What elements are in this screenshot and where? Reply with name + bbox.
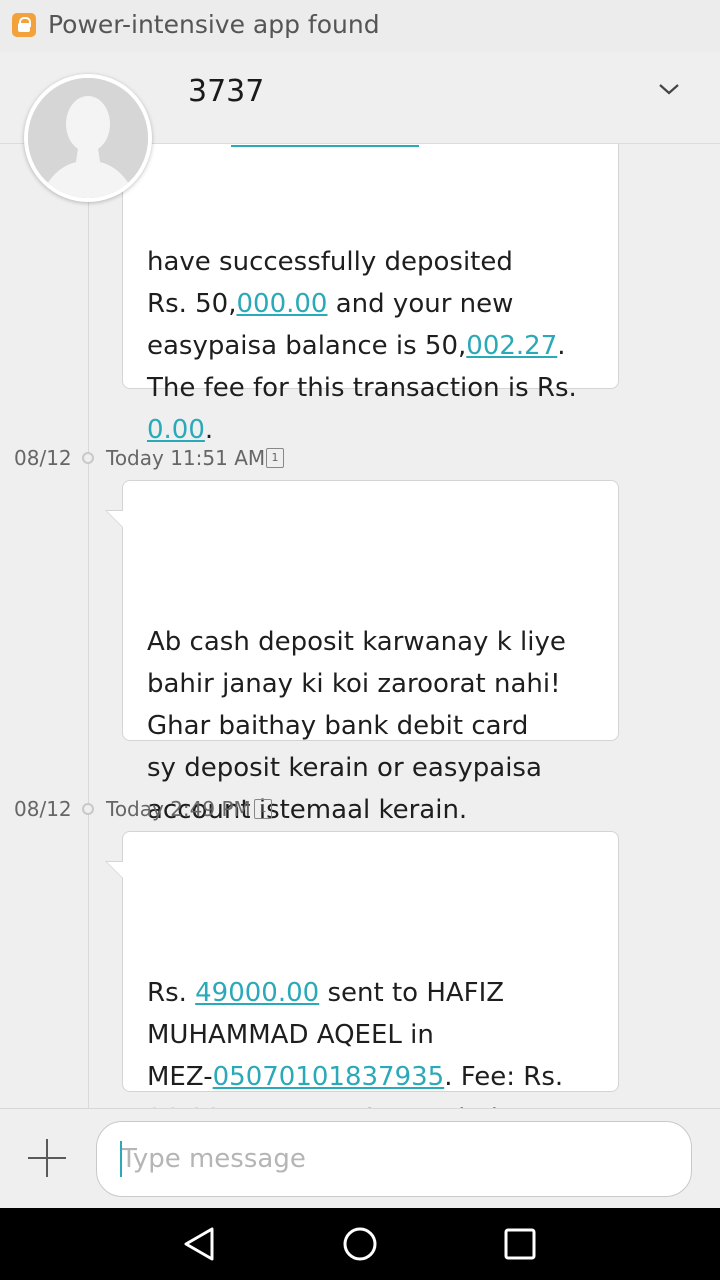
composer-bar — [0, 1108, 720, 1208]
message-link[interactable]: 49000.00 — [195, 978, 319, 1008]
message-text-segment: . — [204, 415, 214, 445]
message-date: 08/12 — [14, 446, 72, 470]
contact-name[interactable]: 3737 — [188, 74, 264, 109]
message-time: Today 11:51 AM — [106, 446, 266, 470]
message-bubble[interactable]: Rs. 49000.00 sent to HAFIZ MUHAMMAD AQEE… — [105, 831, 619, 1108]
message-date: 08/12 — [14, 797, 72, 821]
timeline-dot — [82, 452, 94, 464]
timeline-line — [88, 144, 89, 1108]
sim-card-icon: 1 — [266, 448, 284, 468]
message-text-segment: Rs. — [147, 978, 196, 1008]
message-text: Ab cash deposit karwanay k liye bahir ja… — [147, 627, 566, 825]
message-bubble[interactable]: Ab cash deposit karwanay k liye bahir ja… — [105, 480, 619, 825]
message-text: Rs. 49000.00 sent to HAFIZ MUHAMMAD AQEE… — [147, 978, 575, 1108]
notification-bar[interactable]: Power-intensive app found — [0, 0, 720, 52]
message-text-segment: . Fee: Rs. — [444, 1062, 564, 1092]
plus-icon[interactable] — [28, 1139, 66, 1177]
notification-text: Power-intensive app found — [48, 10, 380, 39]
home-circle-icon[interactable] — [342, 1226, 378, 1262]
person-silhouette-icon — [28, 78, 148, 198]
lock-app-icon — [12, 13, 36, 37]
message-meta: 08/12 Today 2:49 PM 1 — [0, 797, 720, 827]
message-input[interactable] — [96, 1121, 692, 1197]
message-link[interactable]: 002.27 — [466, 331, 557, 361]
message-meta: 08/12 Today 11:51 AM 1 — [0, 446, 720, 476]
message-link[interactable]: 000.00 — [237, 289, 328, 319]
bubble-tail — [107, 511, 123, 527]
bubble-tail — [107, 862, 123, 878]
recents-square-icon[interactable] — [502, 1226, 538, 1262]
sim-card-icon: 1 — [254, 799, 272, 819]
message-text-segment: Ab cash deposit karwanay k liye bahir ja… — [147, 627, 566, 825]
conversation-list[interactable]: have successfully deposited Rs. 50,000.0… — [0, 144, 720, 1108]
clipped-link-underline — [231, 145, 419, 147]
message-text: have successfully deposited Rs. 50,000.0… — [147, 247, 577, 445]
system-nav-bar — [0, 1208, 720, 1280]
message-link[interactable]: 0.00 — [147, 415, 205, 445]
message-time: Today 2:49 PM — [106, 797, 251, 821]
back-triangle-icon[interactable] — [182, 1226, 218, 1262]
avatar[interactable] — [24, 74, 152, 202]
message-bubble[interactable]: have successfully deposited Rs. 50,000.0… — [122, 144, 619, 445]
chevron-down-icon[interactable] — [656, 76, 682, 102]
text-cursor — [120, 1141, 122, 1177]
timeline-dot — [82, 803, 94, 815]
message-link[interactable]: 05070101837935 — [213, 1062, 445, 1092]
